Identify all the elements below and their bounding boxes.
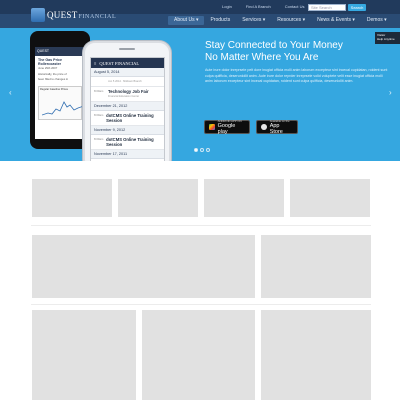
event-date: November 9, 2012 <box>91 126 164 135</box>
placeholder-card <box>32 310 136 400</box>
find-branch-link[interactable]: Find A Branch <box>246 4 271 9</box>
phone-back-chart: Regular Gasoline Prices <box>38 85 84 120</box>
carousel-dot[interactable] <box>194 148 198 152</box>
event-date: November 17, 2011 <box>91 150 164 159</box>
event-subtitle: Financial Education Center <box>108 95 140 98</box>
phone-front-screen: ≡ QUEST FINANCIAL August 5, 2014 Jun 5 2… <box>90 57 165 161</box>
phone-back-chart-title: Regular Gasoline Prices <box>40 87 68 91</box>
carousel-dot[interactable] <box>206 148 210 152</box>
phone-back-screen: QUEST The Gas Price Rollercoaster June 2… <box>35 47 85 139</box>
carousel-dots <box>194 148 210 152</box>
phone-front-image: ≡ QUEST FINANCIAL August 5, 2014 Jun 5 2… <box>83 41 171 161</box>
apple-icon <box>261 124 267 130</box>
event-time: 8:00am <box>94 137 104 141</box>
event-date: December 21, 2012 <box>91 102 164 111</box>
event-date: August 5, 2014 <box>91 68 164 77</box>
nav-item-services[interactable]: Services ▾ <box>236 16 271 25</box>
phone-back-title: The Gas Price Rollercoaster <box>38 58 62 66</box>
google-play-icon <box>209 124 215 130</box>
logo-icon <box>31 8 45 22</box>
google-play-button[interactable]: ANDROID APP ON Google play <box>204 119 250 135</box>
hero-body-text: Aute irure dolor inreprsele pelt dore in… <box>205 68 388 83</box>
logo-sub-text: FINANCIAL <box>78 14 117 20</box>
app-store-label: App Store <box>269 122 283 135</box>
placeholder-card <box>32 179 112 217</box>
nav-item-products[interactable]: Products <box>204 16 236 25</box>
event-time: 8:00am <box>94 113 104 117</box>
placeholder-card <box>118 179 198 217</box>
placeholder-card <box>204 179 284 217</box>
event-time <box>94 79 106 84</box>
phone-back-image: QUEST The Gas Price Rollercoaster June 2… <box>30 31 90 149</box>
carousel-prev-icon[interactable]: ‹ <box>9 88 12 97</box>
hero-title: Stay Connected to Your Money No Matter W… <box>205 40 375 64</box>
main-nav: About Us ▾ Products Services ▾ Resources… <box>168 16 393 25</box>
carousel-dot[interactable] <box>200 148 204 152</box>
menu-icon: ≡ <box>94 60 97 66</box>
event-title: dotCMS Online Training Session <box>106 137 154 147</box>
search-button[interactable]: Search <box>348 4 366 11</box>
phone-back-chart-line <box>42 100 84 116</box>
chat-widget-tab[interactable]: Visitor Help Anytime <box>375 32 400 44</box>
phone-back-header: QUEST <box>35 47 85 56</box>
nav-item-about-us[interactable]: About Us ▾ <box>168 16 205 25</box>
phone-front-brand: QUEST FINANCIAL <box>99 60 140 66</box>
hero-title-line-2: No Matter Where You Are <box>205 52 319 63</box>
phone-speaker <box>119 48 135 50</box>
event-title: dotCMS Online Training Session <box>106 113 154 123</box>
carousel-next-icon[interactable]: › <box>389 88 392 97</box>
hero-banner: QUEST The Gas Price Rollercoaster June 2… <box>0 28 400 161</box>
placeholder-card <box>290 179 370 217</box>
event-row: Jun 5 2014 · Midtown Branch <box>91 77 164 87</box>
nav-item-resources[interactable]: Resources ▾ <box>271 16 311 25</box>
logo[interactable]: QUESTFINANCIAL <box>31 7 116 23</box>
logo-main-text: QUEST <box>47 10 78 20</box>
placeholder-card <box>261 235 371 298</box>
placeholder-card <box>32 235 255 298</box>
page: QUESTFINANCIAL Login Find A Branch Conta… <box>0 0 400 400</box>
google-play-label: Google play <box>217 122 236 135</box>
section-divider <box>31 304 371 305</box>
event-time: 8:00am <box>94 89 104 93</box>
phone-front-header: ≡ QUEST FINANCIAL <box>91 58 164 68</box>
event-row: 8:00am dotCMS Online Training Session <box>91 135 164 150</box>
app-store-button[interactable]: Available on the App Store <box>256 119 298 135</box>
chat-widget-line-2: Help Anytime <box>377 37 395 41</box>
section-divider <box>31 225 371 226</box>
nav-item-news-events[interactable]: News & Events ▾ <box>311 16 361 25</box>
hero-title-line-1: Stay Connected to Your Money <box>205 40 343 51</box>
event-row: 8:00am Technology Job Fair Financial Educ… <box>91 87 164 102</box>
login-link[interactable]: Login <box>222 4 232 9</box>
placeholder-card <box>142 310 255 400</box>
search-input[interactable]: Site Search <box>308 4 346 11</box>
utility-links: Login Find A Branch Contact Us <box>222 4 305 9</box>
placeholder-card <box>261 310 371 400</box>
contact-link[interactable]: Contact Us <box>285 4 305 9</box>
event-row: 8:00am dotCMS Online Training Session <box>91 111 164 126</box>
event-subtitle: Jun 5 2014 · Midtown Branch <box>108 80 142 83</box>
nav-item-demos[interactable]: Demos ▾ <box>361 16 393 25</box>
phone-back-text-2: been filled to changes in <box>38 77 69 82</box>
